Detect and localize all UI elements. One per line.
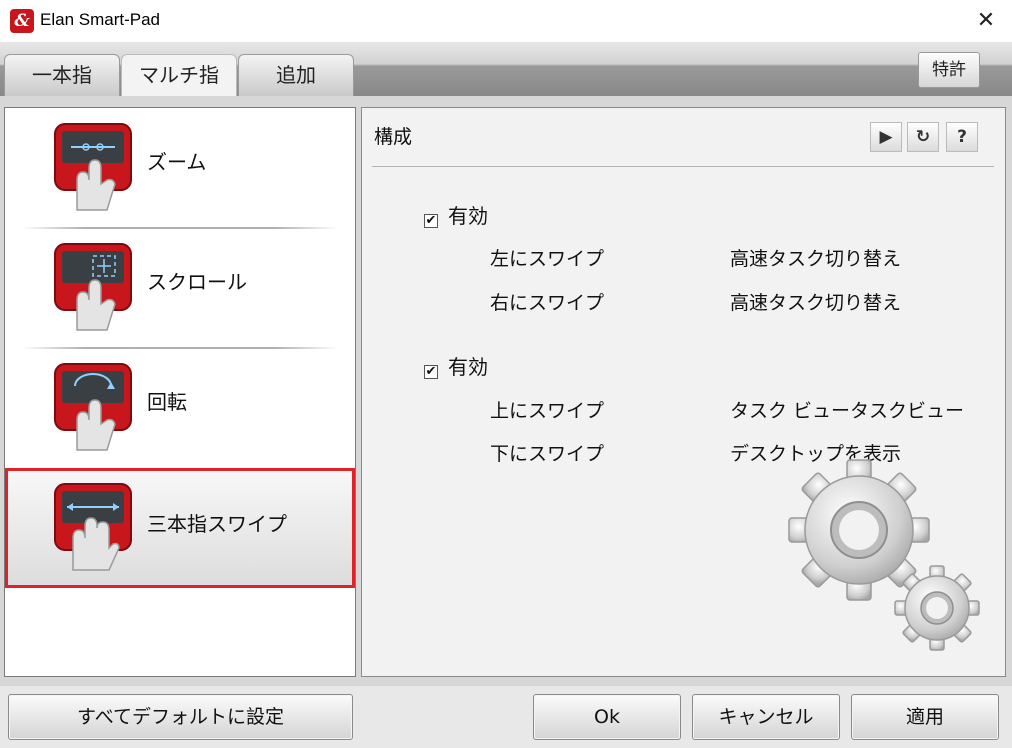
swipe-action-label: 左にスワイプ <box>490 248 605 270</box>
refresh-icon[interactable]: ↻ <box>907 122 939 152</box>
enabled-label: 有効 <box>448 355 488 379</box>
apply-button[interactable]: 適用 <box>851 694 999 740</box>
gesture-label: 三本指スワイプ <box>147 512 287 536</box>
main-area: ズーム スクロール 回転 三本指スワイプ 構成 ▶ ↻ ? ✔ 有効 左にスワイ… <box>0 96 1012 686</box>
gesture-label: ズーム <box>147 150 207 174</box>
cancel-button[interactable]: キャンセル <box>692 694 840 740</box>
zoom-gesture-icon <box>54 123 132 211</box>
gesture-list: ズーム スクロール 回転 三本指スワイプ <box>4 107 356 677</box>
gesture-label: 回転 <box>147 390 187 414</box>
patent-button[interactable]: 特許 <box>918 52 980 88</box>
three-finger-swipe-icon <box>54 483 132 571</box>
swipe-action-label: 下にスワイプ <box>490 443 605 465</box>
elan-logo-icon: & <box>10 9 34 33</box>
help-icon[interactable]: ? <box>946 122 978 152</box>
play-icon[interactable]: ▶ <box>870 122 902 152</box>
close-icon[interactable]: ✕ <box>970 5 1002 37</box>
enabled-label: 有効 <box>448 204 488 228</box>
tab-additional[interactable]: 追加 <box>238 54 354 96</box>
window-title: Elan Smart-Pad <box>40 10 160 29</box>
config-panel: 構成 ▶ ↻ ? ✔ 有効 左にスワイプ 高速タスク切り替え 右にスワイプ 高速タ… <box>361 107 1006 677</box>
gesture-item-three-finger-swipe[interactable]: 三本指スワイプ <box>5 468 355 588</box>
swipe-action-value[interactable]: 高速タスク切り替え <box>730 288 901 315</box>
enabled-checkbox-row[interactable]: ✔ 有効 <box>424 351 488 380</box>
tab-single-finger[interactable]: 一本指 <box>4 54 120 96</box>
enabled-checkbox-row[interactable]: ✔ 有効 <box>424 200 488 229</box>
gesture-item-scroll[interactable]: スクロール <box>5 228 355 344</box>
config-title: 構成 <box>374 126 413 148</box>
scroll-gesture-icon <box>54 243 132 331</box>
swipe-action-value[interactable]: タスク ビュータスクビュー <box>730 396 964 423</box>
swipe-action-label: 右にスワイプ <box>490 292 605 314</box>
rotate-gesture-icon <box>54 363 132 451</box>
gears-icon <box>788 459 980 651</box>
set-all-defaults-button[interactable]: すべてデフォルトに設定 <box>8 694 353 740</box>
tab-strip: 一本指 マルチ指 追加 特許 <box>0 42 1012 98</box>
swipe-action-label: 上にスワイプ <box>490 400 605 422</box>
enabled-checkbox[interactable]: ✔ <box>424 214 438 228</box>
gesture-item-zoom[interactable]: ズーム <box>5 108 355 224</box>
ok-button[interactable]: Ok <box>533 694 681 740</box>
tab-multi-finger[interactable]: マルチ指 <box>121 54 237 98</box>
gesture-label: スクロール <box>147 270 247 294</box>
config-separator <box>372 166 994 167</box>
swipe-action-value[interactable]: 高速タスク切り替え <box>730 244 901 271</box>
title-bar: & Elan Smart-Pad ✕ <box>0 0 1012 42</box>
gesture-item-rotate[interactable]: 回転 <box>5 348 355 464</box>
enabled-checkbox[interactable]: ✔ <box>424 365 438 379</box>
button-bar: すべてデフォルトに設定 Ok キャンセル 適用 <box>0 686 1012 748</box>
